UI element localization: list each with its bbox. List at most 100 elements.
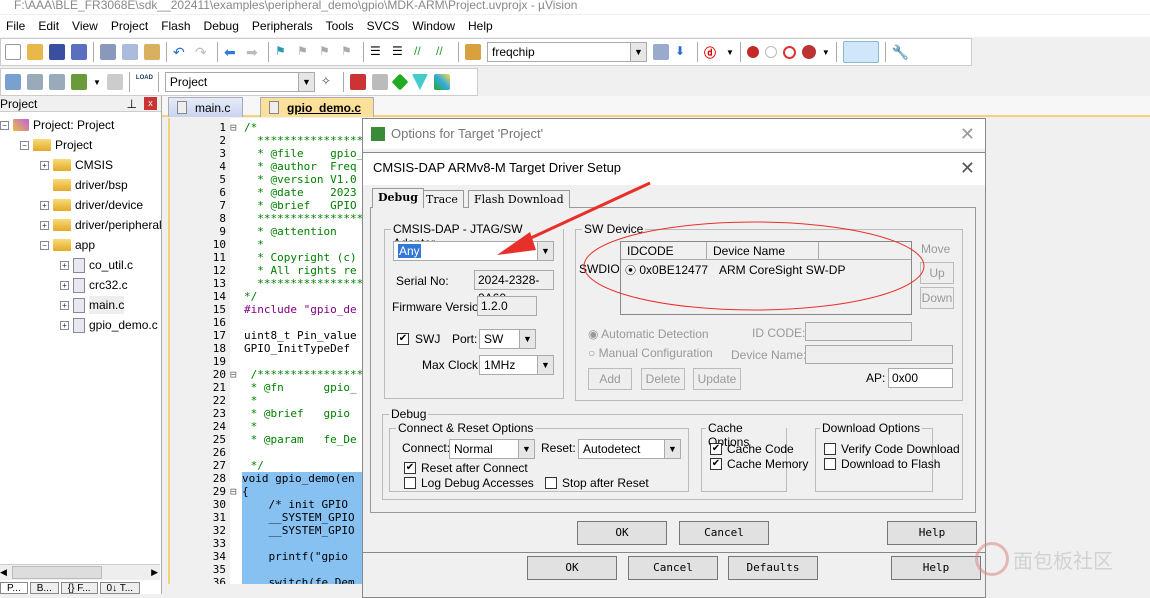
tree-item[interactable]: + CMSIS — [40, 156, 113, 174]
swj-checkbox[interactable]: ✔ — [397, 333, 409, 345]
tree-item[interactable]: + co_util.c — [60, 256, 133, 274]
setup-cancel-button[interactable]: Cancel — [679, 521, 769, 545]
chevron-down-icon[interactable]: ▼ — [537, 242, 553, 260]
build-icon[interactable] — [27, 74, 43, 90]
wrench-icon[interactable]: 🔧 — [892, 44, 909, 60]
rebuild-icon[interactable] — [49, 74, 65, 90]
horizontal-scrollbar[interactable]: ◀ ▶ — [0, 564, 160, 580]
manage-rte-icon[interactable] — [391, 73, 409, 91]
menu-flash[interactable]: Flash — [155, 19, 197, 33]
expand-icon[interactable]: + — [40, 200, 49, 210]
menu-window[interactable]: Window — [406, 19, 462, 33]
add-button[interactable]: Add — [588, 368, 632, 390]
menu-project[interactable]: Project — [105, 19, 155, 33]
port-select[interactable]: SW ▼ — [479, 329, 536, 349]
panel-tab[interactable]: 0↓ T... — [99, 582, 141, 594]
expand-icon[interactable]: + — [60, 320, 69, 330]
expand-icon[interactable]: + — [40, 220, 49, 230]
tab-gpio-demo-c[interactable]: gpio_demo.c — [260, 97, 375, 117]
chevron-down-icon[interactable]: ▼ — [630, 43, 646, 61]
auto-detection-radio[interactable]: ◉ Automatic Detection — [588, 327, 709, 341]
ok-button[interactable]: OK — [527, 556, 617, 580]
close-icon[interactable]: ✕ — [960, 119, 975, 149]
redo-icon[interactable]: ↷ — [195, 44, 211, 60]
save-all-icon[interactable] — [71, 44, 87, 60]
chevron-down-icon[interactable]: ▼ — [297, 73, 314, 91]
disable-breakpoint-icon[interactable] — [764, 46, 777, 58]
tree-item[interactable]: − Project: Project — [0, 116, 114, 134]
code-editor[interactable]: 1 ⊟ /* 2 **************** 3 * @file gpio_ 4 *… — [168, 118, 368, 584]
translate-icon[interactable] — [5, 74, 21, 90]
prev-bookmark-icon[interactable]: ⚑ — [297, 44, 313, 60]
tree-item[interactable]: + gpio_demo.c — [60, 316, 158, 334]
tree-item[interactable]: − Project — [20, 136, 92, 154]
help-button[interactable]: Help — [891, 556, 981, 580]
menu-view[interactable]: View — [66, 19, 105, 33]
adapter-select[interactable]: Any ▼ — [393, 241, 554, 261]
tree-item[interactable]: − app — [40, 236, 95, 254]
chevron-down-icon[interactable]: ▼ — [519, 330, 535, 348]
debug-session-icon[interactable]: ⓓ — [704, 44, 720, 60]
download-to-flash-checkbox[interactable] — [824, 458, 836, 470]
comment-icon[interactable]: // — [414, 44, 430, 60]
tree-item[interactable]: −driver/bsp — [40, 176, 128, 194]
reset-select[interactable]: Autodetect ▼ — [578, 439, 681, 459]
next-bookmark-icon[interactable]: ⚑ — [319, 44, 335, 60]
up-button[interactable]: Up — [920, 262, 954, 284]
fold-icon[interactable]: ⊟ — [230, 485, 237, 498]
manual-config-radio[interactable]: ○ Manual Configuration — [588, 346, 713, 360]
menu-help[interactable]: Help — [462, 19, 500, 33]
clock-select[interactable]: 1MHz ▼ — [479, 355, 554, 375]
tree-item[interactable]: + main.c — [60, 296, 125, 314]
undo-icon[interactable]: ↶ — [173, 44, 189, 60]
expand-icon[interactable]: + — [60, 260, 69, 270]
panel-tab[interactable]: B... — [29, 582, 59, 594]
tab-main-c[interactable]: main.c — [168, 97, 244, 117]
menu-peripherals[interactable]: Peripherals — [246, 19, 320, 33]
stop-after-reset-checkbox[interactable] — [545, 477, 557, 489]
delete-button[interactable]: Delete — [641, 368, 685, 390]
device-name-field[interactable] — [805, 345, 953, 364]
stop-build-icon[interactable] — [106, 74, 123, 90]
pin-icon[interactable]: ⊥ — [127, 96, 137, 112]
chevron-down-icon[interactable]: ▼ — [664, 440, 680, 458]
panel-tab[interactable]: {} F... — [60, 582, 98, 594]
menu-tools[interactable]: Tools — [320, 19, 361, 33]
update-button[interactable]: Update — [693, 368, 741, 390]
panel-tab[interactable]: P... — [0, 582, 28, 594]
forward-icon[interactable]: ➡ — [246, 44, 262, 60]
expand-icon[interactable]: + — [40, 160, 49, 170]
expand-icon[interactable]: + — [60, 300, 69, 310]
indent-icon[interactable]: ☰ — [370, 44, 386, 60]
defaults-button[interactable]: Defaults — [728, 556, 818, 580]
column-header-device-name[interactable]: Device Name — [707, 242, 819, 259]
tab-flash-download[interactable]: Flash Download — [468, 190, 570, 208]
breakpoint-icon[interactable] — [746, 46, 759, 58]
scrollbar-thumb[interactable] — [12, 566, 102, 579]
close-icon[interactable]: x — [144, 97, 157, 110]
paste-icon[interactable] — [144, 44, 160, 60]
options-for-target-icon[interactable]: ✧ — [321, 74, 337, 90]
reset-after-connect-checkbox[interactable]: ✔ — [404, 462, 416, 474]
idcode-field[interactable] — [805, 322, 912, 341]
cut-icon[interactable] — [100, 44, 116, 60]
manage-project-icon[interactable] — [349, 74, 366, 90]
event-recorder-icon[interactable] — [433, 74, 450, 90]
tab-trace[interactable]: Trace — [420, 190, 464, 208]
unindent-icon[interactable]: ☰ — [392, 44, 408, 60]
copy-icon[interactable] — [122, 44, 138, 60]
save-icon[interactable] — [49, 44, 65, 60]
find-in-files-icon[interactable] — [465, 44, 481, 60]
setup-help-button[interactable]: Help — [887, 521, 977, 545]
back-icon[interactable]: ⬅ — [224, 44, 240, 60]
bookmark-icon[interactable]: ⚑ — [275, 44, 291, 60]
disable-all-breakpoints-icon[interactable] — [782, 45, 796, 59]
clear-bookmarks-icon[interactable]: ⚑ — [341, 44, 357, 60]
tree-item[interactable]: + driver/device — [40, 196, 143, 214]
fold-icon[interactable]: ⊟ — [230, 368, 237, 381]
cache-code-checkbox[interactable]: ✔ — [710, 443, 722, 455]
collapse-icon[interactable]: − — [0, 120, 9, 130]
load-icon[interactable]: LOAD — [136, 74, 153, 90]
setup-ok-button[interactable]: OK — [577, 521, 667, 545]
menu-debug[interactable]: Debug — [198, 19, 246, 33]
